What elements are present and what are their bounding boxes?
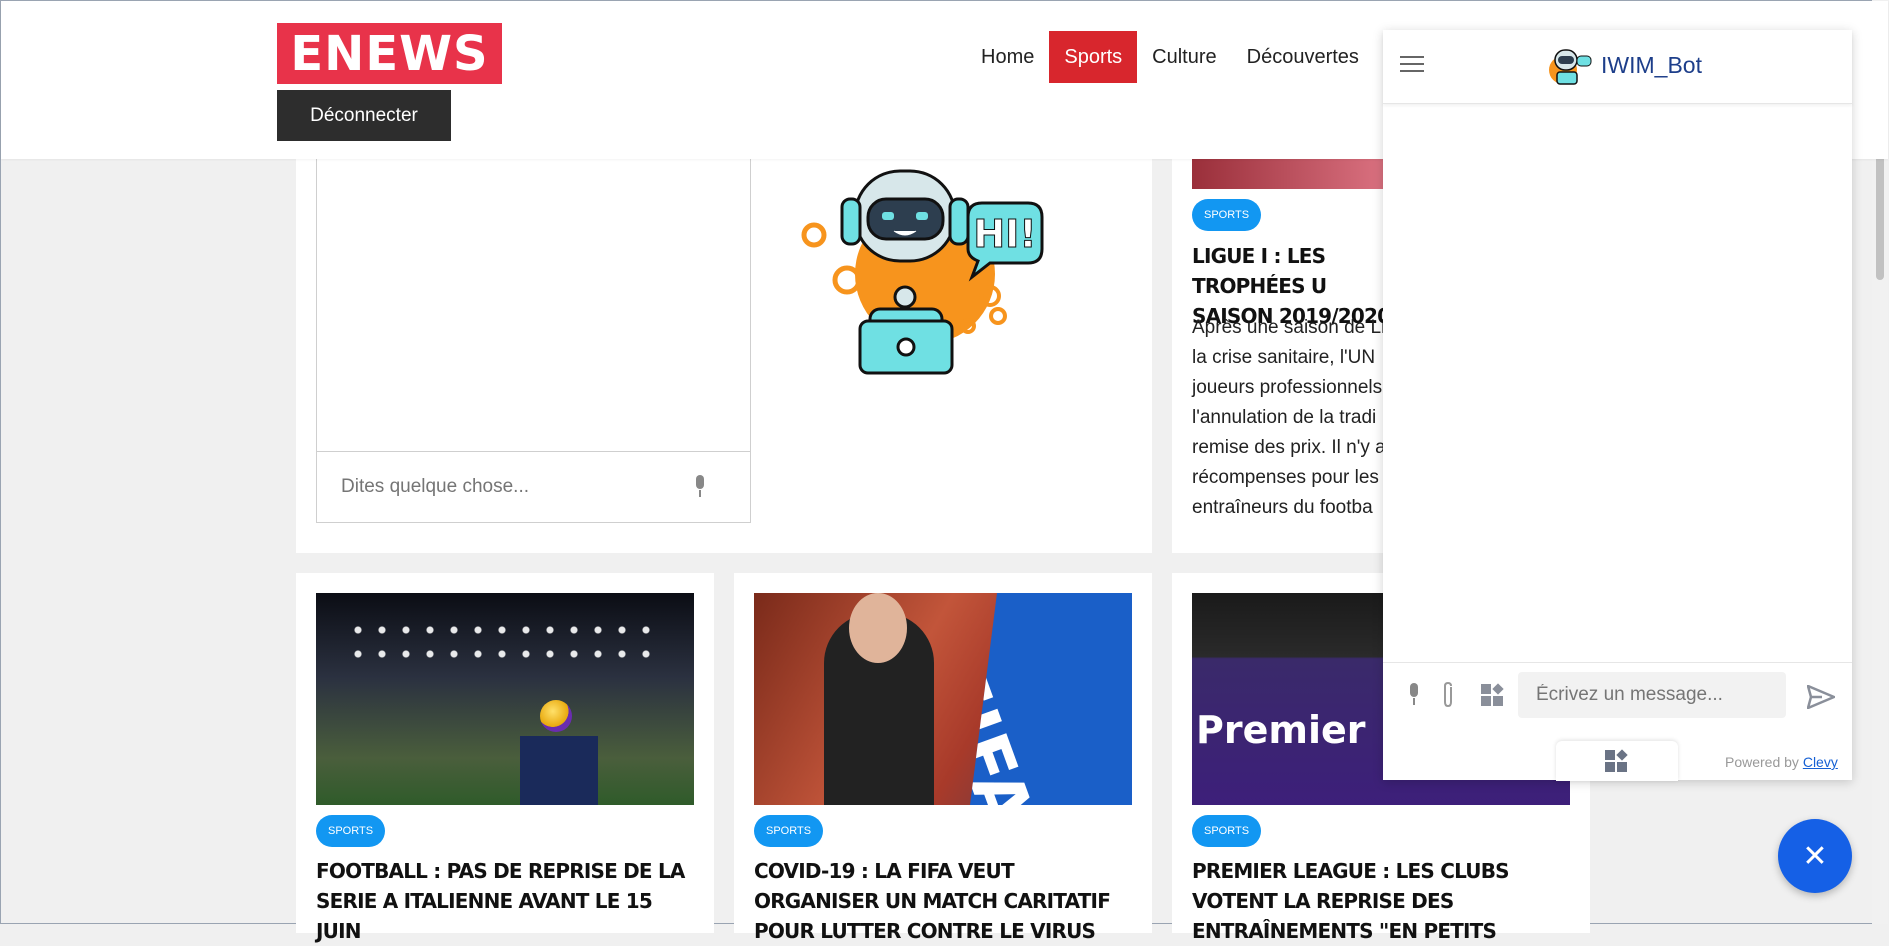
article-image[interactable]	[316, 593, 694, 805]
article-title[interactable]: FOOTBALL : PAS DE REPRISE DE LA SERIE A …	[316, 856, 694, 946]
chatbot-card: HI!	[296, 159, 1152, 553]
chat-widget-footer: Powered by Clevy	[1383, 662, 1852, 781]
bot-bubble-text: HI!	[973, 212, 1036, 256]
menu-icon[interactable]	[1400, 56, 1424, 74]
apps-icon	[1605, 749, 1628, 772]
category-tag[interactable]: SPORTS	[316, 815, 386, 847]
bot-avatar-icon	[1549, 49, 1592, 85]
bot-name: IWIM_Bot	[1601, 52, 1702, 78]
chat-toggle-button[interactable]: ✕	[1778, 819, 1852, 893]
article-title[interactable]: COVID-19 : LA FIFA VEUT ORGANISER UN MAT…	[754, 856, 1132, 946]
nav-item-decouvertes[interactable]: Découvertes	[1232, 31, 1374, 83]
embedded-chat-input[interactable]	[339, 475, 683, 499]
category-tag[interactable]: SPORTS	[1192, 199, 1262, 231]
nav-item-home[interactable]: Home	[966, 31, 1049, 83]
article-title[interactable]: PREMIER LEAGUE : LES CLUBS VOTENT LA REP…	[1192, 856, 1570, 946]
nav-item-sports[interactable]: Sports	[1049, 31, 1138, 83]
apps-icon[interactable]	[1480, 683, 1506, 707]
article-image[interactable]: FIFA	[754, 593, 1132, 805]
article-card[interactable]: FIFA SPORTS COVID-19 : LA FIFA VEUT ORGA…	[734, 573, 1152, 943]
embedded-chat-input-row	[317, 451, 750, 522]
category-tag[interactable]: SPORTS	[754, 815, 824, 847]
article-card[interactable]: SPORTS FOOTBALL : PAS DE REPRISE DE LA S…	[296, 573, 714, 943]
category-tag[interactable]: SPORTS	[1192, 815, 1262, 847]
close-icon: ✕	[1802, 839, 1828, 873]
fifa-flag-text: FIFA	[914, 653, 1050, 805]
clevy-link[interactable]: Clevy	[1803, 754, 1838, 770]
microphone-icon[interactable]	[1407, 683, 1421, 707]
nav-item-culture[interactable]: Culture	[1137, 31, 1231, 83]
premier-league-text: Premier	[1196, 708, 1366, 752]
powered-by: Powered by Clevy	[1725, 754, 1838, 770]
paperclip-icon[interactable]	[1440, 681, 1456, 709]
chat-widget-header: IWIM_Bot	[1383, 30, 1852, 104]
embedded-chat	[316, 159, 751, 523]
message-input[interactable]	[1518, 672, 1786, 718]
bot-illustration: HI!	[801, 169, 1044, 375]
main-nav: Home Sports Culture Découvertes	[966, 31, 1374, 83]
logout-button[interactable]: Déconnecter	[277, 90, 451, 141]
microphone-icon[interactable]	[693, 475, 707, 499]
chat-widget: IWIM_Bot Powered by Clevy	[1383, 30, 1852, 781]
site-logo[interactable]: ENEWS	[277, 23, 502, 84]
send-icon[interactable]	[1807, 685, 1835, 709]
powered-by-text: Powered by	[1725, 754, 1799, 770]
chat-messages-area	[1383, 104, 1852, 662]
quick-actions-tab[interactable]	[1556, 741, 1678, 781]
